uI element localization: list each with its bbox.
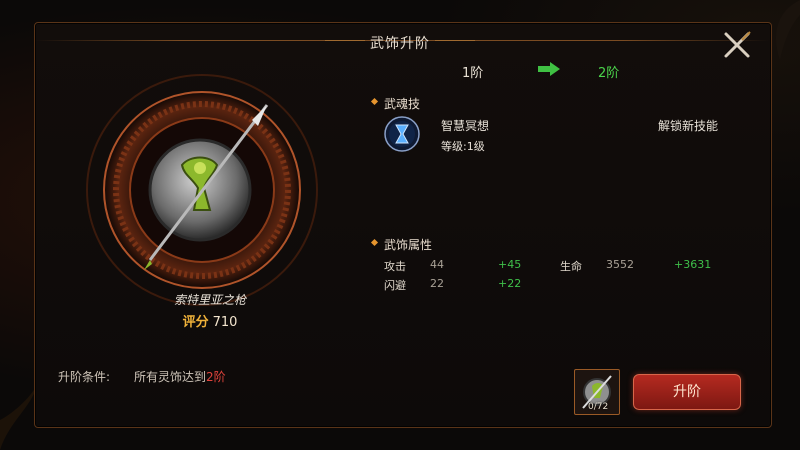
condition-text: 所有灵饰达到2阶 [134, 368, 226, 385]
skill-name: 智慧冥想 [441, 119, 490, 133]
skill-level: 等级:1级 [441, 140, 485, 153]
weapon-name: 索特里亚之枪 [173, 293, 246, 307]
current-tier: 1阶 [462, 66, 484, 81]
attr-section-heading: 武饰属性 [384, 238, 433, 252]
score: 评分 710 [110, 311, 310, 330]
material-count: 0/72 [588, 402, 609, 412]
stat-name: 闪避 [384, 279, 406, 292]
stat-value: 3552 [606, 258, 634, 271]
condition-body: 所有灵饰达到 [134, 370, 207, 384]
stat-plus: +22 [498, 277, 522, 290]
stat-name: 生命 [560, 260, 582, 273]
score-label: 评分 [182, 315, 209, 330]
stat-plus: +3631 [674, 258, 712, 271]
next-tier: 2阶 [598, 66, 620, 81]
condition-label: 升阶条件: [58, 370, 111, 384]
score-value: 710 [212, 315, 238, 330]
skill-section-heading: 武魂技 [384, 97, 421, 111]
unlock-text: 解锁新技能 [658, 119, 719, 133]
stat-value: 44 [430, 258, 444, 271]
stat-hp: 生命 [560, 258, 582, 274]
stat-value: 22 [430, 277, 444, 290]
close-icon[interactable] [722, 30, 752, 60]
stat-name: 攻击 [384, 260, 406, 273]
stat-attack: 攻击 [384, 258, 406, 274]
stat-dodge: 闪避 [384, 277, 406, 293]
page-title: 武饰升阶 [370, 36, 430, 52]
stat-plus: +45 [498, 258, 522, 271]
upgrade-button[interactable]: 升阶 [633, 374, 741, 410]
weapon-emblem [86, 74, 318, 306]
arrow-right-icon [538, 62, 560, 76]
condition-highlight: 2阶 [206, 370, 226, 384]
hourglass-icon[interactable] [384, 116, 420, 152]
